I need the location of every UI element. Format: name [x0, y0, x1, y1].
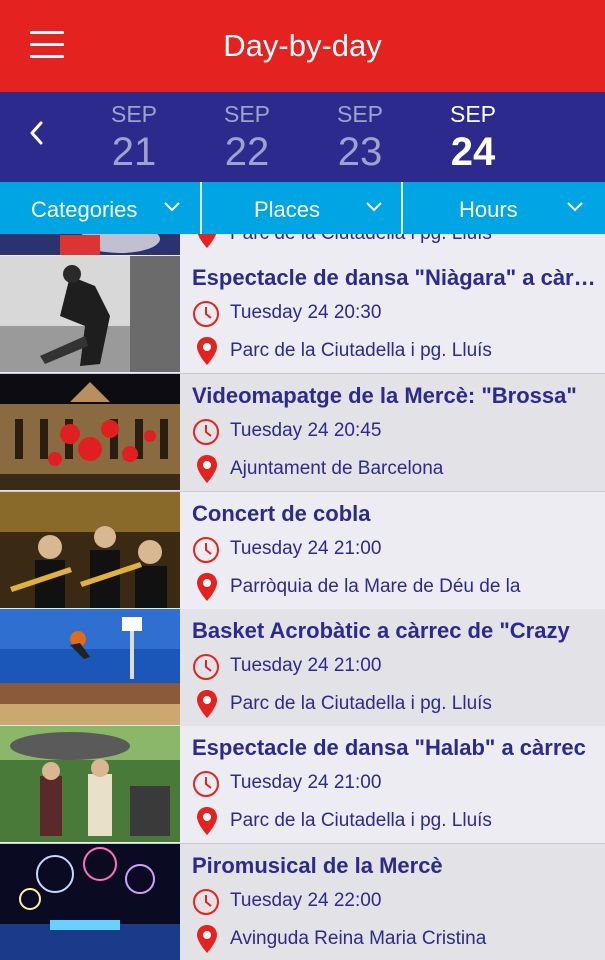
- map-pin-icon: [197, 455, 217, 483]
- event-place: Parc de la Ciutadella i pg. Lluís: [230, 340, 492, 361]
- event-time: Tuesday 24 21:00: [230, 772, 382, 793]
- categories-filter-label: Categories: [31, 197, 138, 222]
- event-time: Tuesday 24 20:30: [230, 302, 382, 323]
- clock-icon: [193, 889, 219, 915]
- map-pin-icon: [197, 573, 217, 601]
- event-title: Concert de cobla: [192, 501, 371, 526]
- date-day: 22: [224, 130, 270, 174]
- event-thumbnail: [0, 256, 180, 372]
- event-place: Parc de la Ciutadella i pg. Lluís: [230, 234, 492, 245]
- map-pin-icon: [197, 807, 217, 835]
- date-day: 23: [337, 130, 383, 174]
- list-item[interactable]: Concert de cobla Tuesday 24 21:00 Parròq…: [0, 492, 605, 610]
- clock-icon: [193, 654, 219, 680]
- event-title: Espectacle de dansa "Halab" a càrrec: [192, 735, 586, 760]
- event-time: Tuesday 24 20:45: [230, 420, 382, 441]
- event-place: Ajuntament de Barcelona: [230, 458, 444, 479]
- chevron-down-icon: [567, 202, 583, 212]
- event-title: Videomapatge de la Mercè: "Brossa": [192, 383, 577, 408]
- clock-icon: [193, 771, 219, 797]
- date-sep-21[interactable]: SEP 21: [89, 100, 179, 176]
- event-place: Parc de la Ciutadella i pg. Lluís: [230, 693, 492, 714]
- places-filter-label: Places: [254, 197, 321, 222]
- event-thumbnail: [0, 234, 180, 255]
- categories-filter[interactable]: Categories: [0, 182, 200, 234]
- hours-filter-label: Hours: [459, 197, 518, 222]
- clock-icon: [193, 419, 219, 445]
- event-place: Parròquia de la Mare de Déu de la: [230, 576, 521, 597]
- page-title: Day-by-day: [223, 28, 382, 63]
- list-item[interactable]: Basket Acrobàtic a càrrec de "Crazy Tues…: [0, 609, 605, 727]
- date-day: 21: [111, 130, 157, 174]
- chevron-left-icon: [30, 121, 43, 145]
- list-item[interactable]: Parc de la Ciutadella i pg. Lluís: [0, 234, 605, 257]
- date-month: SEP: [449, 101, 497, 127]
- date-month: SEP: [223, 101, 271, 127]
- event-time: Tuesday 24 21:00: [230, 538, 382, 559]
- date-day: 24: [450, 130, 496, 174]
- date-sep-23[interactable]: SEP 23: [315, 100, 405, 176]
- chevron-down-icon: [164, 202, 180, 212]
- date-month: SEP: [110, 101, 158, 127]
- event-time: Tuesday 24 22:00: [230, 890, 382, 911]
- list-item[interactable]: Espectacle de dansa "Niàgara" a càrrec T…: [0, 256, 605, 374]
- chevron-down-icon: [366, 202, 382, 212]
- event-place: Parc de la Ciutadella i pg. Lluís: [230, 810, 492, 831]
- event-thumbnail: [0, 492, 180, 608]
- list-item[interactable]: Piromusical de la Mercè Tuesday 24 22:00…: [0, 844, 605, 960]
- event-title: Piromusical de la Mercè: [192, 853, 443, 878]
- event-thumbnail: [0, 609, 180, 725]
- list-item[interactable]: Espectacle de dansa "Halab" a càrrec Tue…: [0, 726, 605, 844]
- previous-day-button[interactable]: [24, 118, 50, 148]
- event-thumbnail: [0, 374, 180, 490]
- map-pin-icon: [197, 337, 217, 365]
- event-thumbnail: [0, 726, 180, 842]
- map-pin-icon: [197, 234, 217, 248]
- map-pin-icon: [197, 690, 217, 718]
- places-filter[interactable]: Places: [202, 182, 402, 234]
- clock-icon: [193, 537, 219, 563]
- event-list[interactable]: Parc de la Ciutadella i pg. Lluís Espect…: [0, 234, 605, 960]
- date-sep-22[interactable]: SEP 22: [202, 100, 292, 176]
- date-sep-24[interactable]: SEP 24: [428, 100, 518, 176]
- clock-icon: [193, 301, 219, 327]
- event-title: Espectacle de dansa "Niàgara" a càrrec: [192, 265, 597, 290]
- event-thumbnail: [0, 844, 180, 960]
- hours-filter[interactable]: Hours: [403, 182, 605, 234]
- map-pin-icon: [197, 925, 217, 953]
- event-time: Tuesday 24 21:00: [230, 655, 382, 676]
- app-bar: Day-by-day: [0, 0, 605, 92]
- event-place: Avinguda Reina Maria Cristina: [230, 928, 487, 949]
- date-month: SEP: [336, 101, 384, 127]
- event-title: Basket Acrobàtic a càrrec de "Crazy: [192, 618, 570, 643]
- list-item[interactable]: Videomapatge de la Mercè: "Brossa" Tuesd…: [0, 374, 605, 492]
